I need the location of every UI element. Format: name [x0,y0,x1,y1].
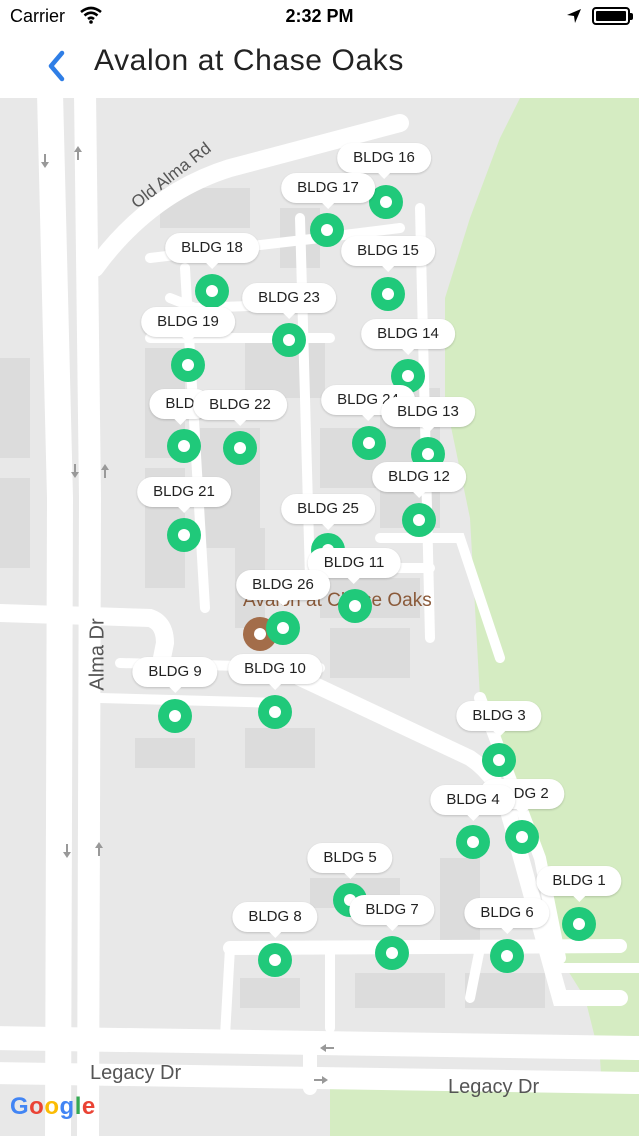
google-logo-letter: o [44,1093,60,1120]
building-marker-2[interactable] [505,820,539,854]
google-logo-letter: G [10,1093,30,1120]
building-marker-1[interactable] [562,907,596,941]
page-title: Avalon at Chase Oaks [94,44,404,77]
building-marker-22[interactable] [223,431,257,465]
status-bar: Carrier 2:32 PM [0,0,639,32]
location-arrow-icon [566,8,582,29]
building-callout[interactable]: BLDG 19 [141,307,235,343]
back-button[interactable] [40,46,76,86]
building-callout[interactable]: BLDG 6 [464,898,550,934]
google-logo-letter: l [74,1093,82,1120]
building-marker-12[interactable] [402,503,436,537]
building-marker-8[interactable] [258,943,292,977]
building-marker-7[interactable] [375,936,409,970]
building-callout[interactable]: BLDG 12 [372,462,466,498]
building-marker-11[interactable] [338,589,372,623]
building-marker-24[interactable] [352,426,386,460]
building-marker-26[interactable] [266,611,300,645]
building-marker-23[interactable] [272,323,306,357]
building-marker-15[interactable] [371,277,405,311]
building-callout[interactable]: BLDG 1 [536,866,622,902]
building-callout[interactable]: BLDG 16 [337,143,431,179]
building-marker-9[interactable] [158,699,192,733]
building-marker-21[interactable] [167,518,201,552]
building-marker-3[interactable] [482,743,516,777]
building-callout[interactable]: BLDG 14 [361,319,455,355]
building-callout[interactable]: BLDG 18 [165,233,259,269]
google-logo-letter: o [29,1093,45,1120]
google-logo-letter: e [81,1093,96,1120]
battery-icon [592,7,633,25]
navigation-bar: Avalon at Chase Oaks [0,32,639,98]
building-callout[interactable]: BLDG 23 [242,283,336,319]
building-marker-19[interactable] [171,348,205,382]
google-logo-letter: g [59,1093,75,1120]
building-marker-17[interactable] [310,213,344,247]
building-callout[interactable]: BLDG 17 [281,173,375,209]
map-view[interactable]: Old Alma Rd Alma Dr Legacy Dr Legacy Dr … [0,98,639,1136]
road-label-legacy-1: Legacy Dr [90,1062,182,1084]
building-marker-20[interactable] [167,429,201,463]
building-marker-4[interactable] [456,825,490,859]
building-marker-10[interactable] [258,695,292,729]
road-label-alma: Alma Dr [86,618,109,691]
chevron-left-icon [48,50,65,82]
clock: 2:32 PM [285,6,354,26]
building-callout[interactable]: BLDG 22 [193,390,287,426]
building-callout[interactable]: BLDG 5 [307,843,393,879]
building-callout[interactable]: BLDG 3 [456,701,542,737]
building-callout[interactable]: BLDG 9 [132,657,218,693]
building-marker-6[interactable] [490,939,524,973]
building-callout[interactable]: BLDG 25 [281,494,375,530]
building-callout[interactable]: BLDG 4 [430,785,516,821]
building-callout[interactable]: BLDG 7 [349,895,435,931]
building-callout[interactable]: BLDG 8 [232,902,318,938]
building-callout[interactable]: BLDG 21 [137,477,231,513]
building-callout[interactable]: BLDG 10 [228,654,322,690]
building-marker-18[interactable] [195,274,229,308]
building-callout[interactable]: BLDG 13 [381,397,475,433]
google-logo: Google [10,1093,96,1121]
building-callout[interactable]: BLDG 26 [236,570,330,606]
road-label-legacy-2: Legacy Dr [448,1076,540,1098]
building-callout[interactable]: BLDG 15 [341,236,435,272]
map-base [0,98,639,1136]
